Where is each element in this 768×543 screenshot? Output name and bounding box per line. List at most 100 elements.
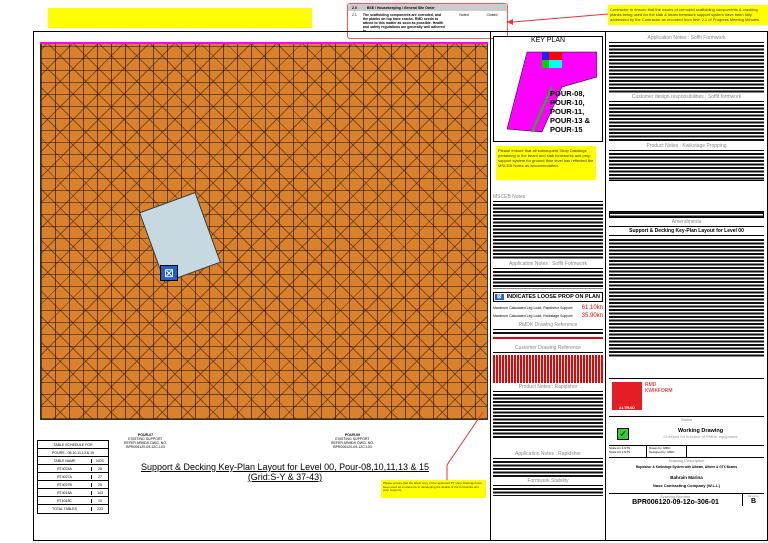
loose-prop-icon: ⊠ [495,294,504,300]
status-row: ✓ Working Drawing Checked for erection o… [609,422,764,446]
legend-label: INDICATES LOOSE PROP ON PLAN [506,294,600,300]
section-title: Product Notes : Kwikstage Propping [609,142,764,151]
schedule-title: TABLE SCHEDULE FOR [53,442,93,447]
load-row: Maximum Calculated Leg Load: Kwikstage S… [493,313,603,319]
title-block: ALTRAD RMD KWIKFORM Status ✓ Working Dra… [609,378,764,540]
cell: 233 [91,507,108,511]
altrad-logo: ALTRAD [612,382,642,410]
section-title: RMDK Drawing Reference [493,321,603,330]
pour-label-right: POUR-09 EXISTING SUPPORT REFER ARMDK DWG… [325,433,380,449]
cell: 143 [91,490,108,495]
cell: TOTAL TABLES [52,507,77,511]
msceb-notes: MSCEB Notes Application Notes : Soffit F… [493,193,603,496]
notes-text [609,239,764,357]
loose-prop-marker: ⊠ [160,265,178,281]
section-title: Product Notes : Rapidshor [493,383,603,392]
pt-drawings-note: Please ensure that the latest copy of th… [381,480,486,498]
cell: 28 [91,466,108,471]
cell: 27 [91,474,108,479]
col-header: NOS [91,458,108,463]
row-status-b: Closed [486,13,498,17]
company-name: RMD KWIKFORM [645,382,673,394]
cell: RT4024A [57,466,72,471]
cell: RT4027B [57,482,72,487]
client-name: Nass Contracting Company (W.L.L) [653,483,720,488]
scale-a3: Scale A3 1:NTS [609,450,631,454]
cell: 10 [91,498,108,503]
notes-text [609,153,764,181]
logo-area: ALTRAD RMD KWIKFORM [609,379,764,417]
col-header: TABLE NAME [53,458,76,463]
notes-text [493,488,603,496]
section-title: Application Notes : Soffit Formwork [493,260,603,269]
rmdk-ref-text [493,332,603,344]
row-no: 2.1 [352,13,357,17]
main-subtitle: (Grid:S-Y & 37-43) [247,472,323,482]
number-row: Drawing Number BPR006120-09-12o-306-01 Re… [609,493,764,506]
key-plan-pours: POUR-08, POUR-10, POUR-11, POUR-13 & POU… [550,89,590,134]
load-row: Maximum Calculated Leg Load: Rapidshor S… [493,305,603,311]
schedule-subtitle: POURS - 08,10,11,13 & 15 [52,450,94,455]
pour-boundary [40,42,488,44]
table-row: RT4024A 28 [38,465,108,473]
checkmark-icon: ✓ [617,427,629,440]
pour-item: POUR-15 [550,125,583,134]
legend-loose-prop: ⊠ INDICATES LOOSE PROP ON PLAN [493,292,603,302]
table-row: RT4027A 27 [38,473,108,481]
sheet-drawing-title: Support & Decking Key-Plan Layout for Le… [609,227,764,236]
drawing-number: BPR006120-09-12o-306-01 [632,499,719,506]
notes-text [609,104,764,142]
section-title: Customer design responsibilities : Soffi… [609,93,764,102]
pour-item: POUR-08, [550,89,585,98]
key-plan-title: KEY PLAN [530,37,566,44]
table-total: TOTAL TABLES 233 [38,505,108,513]
designed-by: Designed by: MMC [649,450,675,454]
key-plan: KEY PLAN POUR-08, POUR-10, POUR-11, POUR… [493,36,603,142]
section-title: Customer Drawing Reference [493,344,603,353]
desc-label: Drawing Description [668,458,705,463]
load-label: Maximum Calculated Leg Load: Rapidshor S… [493,306,574,310]
section-title: Amendments [609,218,764,227]
customer-ref-list [493,355,603,383]
cell: RT4018C [57,498,72,503]
row-text: The scaffolding components are corroded,… [362,13,445,33]
pour-label-line: BPR006120-09-12C-103 [126,445,165,449]
scale-row: Scale A1 1:NTS Scale A3 1:NTS Drawn by: M… [609,446,764,458]
pour-label-line: BPR006120-09-12C-103 [333,445,372,449]
load-value: 35.90kn [581,313,603,319]
cell: 25 [91,482,108,487]
notes-text [493,204,603,260]
pour-item: POUR-13 & [550,116,591,125]
cell: RT4018A [57,490,72,495]
notes-text [609,45,764,93]
section-title: MSCEB Notes [493,193,603,202]
amendments-table [609,211,764,218]
status-sub: Checked for erection of RMDK equipment [663,434,738,439]
contractor-note: Contractor to ensure that the issues of … [608,5,768,25]
row-status-a: Noted [459,13,469,17]
drawing-description: Rapidshor & Kwikstage System with Albeam… [635,465,738,469]
section-title: Application Notes : Soffit Formwork [609,34,764,43]
revision: B [750,498,757,505]
highlight-box [48,8,312,28]
load-label: Maximum Calculated Leg Load: Kwikstage S… [493,314,574,318]
notes-text [493,461,603,477]
table-row: RT4018A 143 [38,489,108,497]
table-row: RT4027B 25 [38,481,108,489]
pour-item: POUR-10, [550,98,585,107]
section-title: BSE / Housekeeping / General Site Order [366,5,435,10]
drawing-title: Support & Decking Key-Plan Layout for Le… [140,462,430,482]
notes-text [493,271,603,289]
project-name: Bahrain Marina [670,475,703,480]
pour-item: POUR-11, [550,107,585,116]
table-row: RT4018C 10 [38,497,108,505]
floor-plan[interactable] [40,42,488,420]
section-no: 2.0 [352,5,357,10]
notes-text [493,394,603,438]
load-value: 61.10kn [581,305,603,311]
cell: RT4027A [57,474,72,479]
section-title: Formwork Stability [493,477,603,486]
shop-drawing-note: Please ensure that all subsequent Shop D… [496,146,596,180]
main-title: Support & Decking Key-Plan Layout for Le… [140,462,429,472]
notes-column-right: Application Notes : Soffit Formwork Cust… [609,34,764,357]
